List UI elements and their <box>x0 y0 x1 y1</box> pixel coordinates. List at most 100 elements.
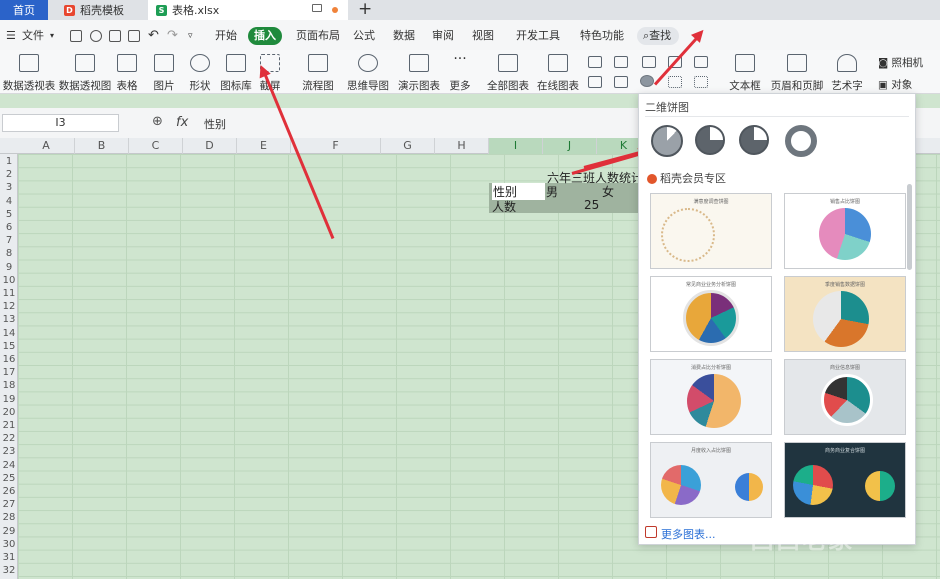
column-header-c[interactable]: C <box>129 138 183 154</box>
row-header[interactable]: 5 <box>0 208 18 221</box>
row-header[interactable]: 20 <box>0 406 18 419</box>
row-header[interactable]: 1 <box>0 155 18 168</box>
camera-button[interactable]: ◙ 照相机 <box>878 55 923 70</box>
art-text-button[interactable]: 艺术字 <box>828 50 866 94</box>
row-header[interactable]: 21 <box>0 419 18 432</box>
cell-i4[interactable]: 人数 <box>492 198 516 215</box>
combo-chart-icon[interactable] <box>694 56 708 68</box>
mindmap-button[interactable]: 思维导图 <box>345 50 391 94</box>
row-header[interactable]: 12 <box>0 300 18 313</box>
print-icon[interactable] <box>109 30 121 42</box>
menu-special[interactable]: 特色功能 <box>580 27 624 45</box>
menu-start[interactable]: 开始 <box>215 27 237 45</box>
column-header-e[interactable]: E <box>237 138 291 154</box>
demo-chart-button[interactable]: 演示图表 <box>398 50 440 94</box>
template-card[interactable]: 常见商业业务分析饼图 <box>650 276 772 352</box>
pie-chart-icon[interactable] <box>640 75 654 87</box>
row-header[interactable]: 8 <box>0 247 18 260</box>
row-header[interactable]: 27 <box>0 498 18 511</box>
plus-icon[interactable]: + <box>358 0 372 19</box>
table-title[interactable]: 六年三班人数统计 <box>547 169 643 186</box>
name-box[interactable]: I3 <box>2 114 119 132</box>
pivot-table-button[interactable]: 数据透视表 <box>3 50 55 94</box>
object-button[interactable]: ▣ 对象 <box>878 77 912 92</box>
row-header[interactable]: 25 <box>0 472 18 485</box>
pie-chart-option[interactable] <box>651 125 683 157</box>
fx-label[interactable]: fx <box>176 115 188 130</box>
menu-file[interactable]: 文件 <box>22 27 44 45</box>
zoom-icon[interactable]: ⊕ <box>152 114 163 129</box>
template-card[interactable]: 月度收入占比饼图 <box>650 442 772 518</box>
doughnut-option[interactable] <box>785 125 817 157</box>
icon-library-button[interactable]: 图标库 <box>220 50 252 94</box>
template-card[interactable]: 季度销售数据饼图 <box>784 276 906 352</box>
column-header-i[interactable]: I <box>489 138 543 154</box>
row-header[interactable]: 24 <box>0 459 18 472</box>
tab-template[interactable]: D 稻壳模板 <box>56 0 144 20</box>
picture-button[interactable]: 图片 <box>150 50 178 94</box>
row-header[interactable]: 17 <box>0 366 18 379</box>
bubble-chart-icon[interactable] <box>694 76 708 88</box>
column-header-j[interactable]: J <box>543 138 597 154</box>
row-header[interactable]: 6 <box>0 221 18 234</box>
menu-page-layout[interactable]: 页面布局 <box>296 27 340 45</box>
menu-view[interactable]: 视图 <box>472 27 494 45</box>
row-header[interactable]: 2 <box>0 168 18 181</box>
column-header-d[interactable]: D <box>183 138 237 154</box>
all-charts-button[interactable]: 全部图表 <box>487 50 529 94</box>
radar-chart-icon[interactable] <box>588 76 602 88</box>
column-header-b[interactable]: B <box>75 138 129 154</box>
online-chart-button[interactable]: 在线图表 <box>534 50 582 94</box>
bar-of-pie-option[interactable] <box>739 125 769 155</box>
format-painter-icon[interactable] <box>90 30 102 42</box>
row-header[interactable]: 18 <box>0 379 18 392</box>
column-chart-icon[interactable] <box>588 56 602 68</box>
menu-data[interactable]: 数据 <box>393 27 415 45</box>
row-header[interactable]: 13 <box>0 313 18 326</box>
more-charts-link[interactable]: 更多图表... <box>661 526 716 542</box>
more-button[interactable]: ··· 更多 <box>446 50 474 94</box>
header-footer-button[interactable]: 页眉和页脚 <box>771 50 823 94</box>
column-header-a[interactable]: A <box>18 138 75 154</box>
menu-developer[interactable]: 开发工具 <box>516 27 560 45</box>
flowchart-button[interactable]: 流程图 <box>300 50 336 94</box>
row-header[interactable]: 16 <box>0 353 18 366</box>
row-header[interactable]: 9 <box>0 261 18 274</box>
search-button[interactable]: ⌕查找 <box>637 27 679 45</box>
pivot-chart-button[interactable]: 数据透视图 <box>59 50 111 94</box>
textbox-button[interactable]: 文本框 <box>726 50 764 94</box>
column-header-f[interactable]: F <box>291 138 381 154</box>
undo-icon[interactable]: ↶ <box>148 27 159 45</box>
row-header[interactable]: 26 <box>0 485 18 498</box>
table-button[interactable]: 表格 <box>115 50 139 94</box>
scrollbar[interactable] <box>907 184 912 270</box>
row-header[interactable]: 11 <box>0 287 18 300</box>
save-icon[interactable] <box>70 30 82 42</box>
window-icon[interactable] <box>312 4 322 12</box>
row-header[interactable]: 31 <box>0 551 18 564</box>
tab-file[interactable]: S 表格.xlsx <box>148 0 348 20</box>
template-card[interactable]: 商业信息饼图 <box>784 359 906 435</box>
column-header-g[interactable]: G <box>381 138 435 154</box>
menu-review[interactable]: 审阅 <box>432 27 454 45</box>
column-header-h[interactable]: H <box>435 138 489 154</box>
line-chart-icon[interactable] <box>614 56 628 68</box>
row-header[interactable]: 30 <box>0 538 18 551</box>
cell-j4[interactable]: 25 <box>584 198 599 212</box>
print-preview-icon[interactable] <box>128 30 140 42</box>
tab-home[interactable]: 首页 <box>0 0 48 20</box>
customize-icon[interactable]: ▿ <box>188 27 193 45</box>
row-header[interactable]: 4 <box>0 195 18 208</box>
formula-input[interactable]: 性别 <box>204 116 226 132</box>
chevron-down-icon[interactable]: ▾ <box>50 27 54 45</box>
cell-k3[interactable]: 女 <box>602 183 614 200</box>
row-header[interactable]: 14 <box>0 327 18 340</box>
cell-j3[interactable]: 男 <box>546 183 558 200</box>
row-header[interactable]: 19 <box>0 393 18 406</box>
pie-of-pie-option[interactable] <box>695 125 725 155</box>
row-header[interactable]: 28 <box>0 511 18 524</box>
template-card[interactable]: 商务商业复合饼图 <box>784 442 906 518</box>
row-header[interactable]: 3 <box>0 181 18 194</box>
template-card[interactable]: 销售占比饼图 <box>784 193 906 269</box>
scatter-chart-icon[interactable] <box>668 76 682 88</box>
